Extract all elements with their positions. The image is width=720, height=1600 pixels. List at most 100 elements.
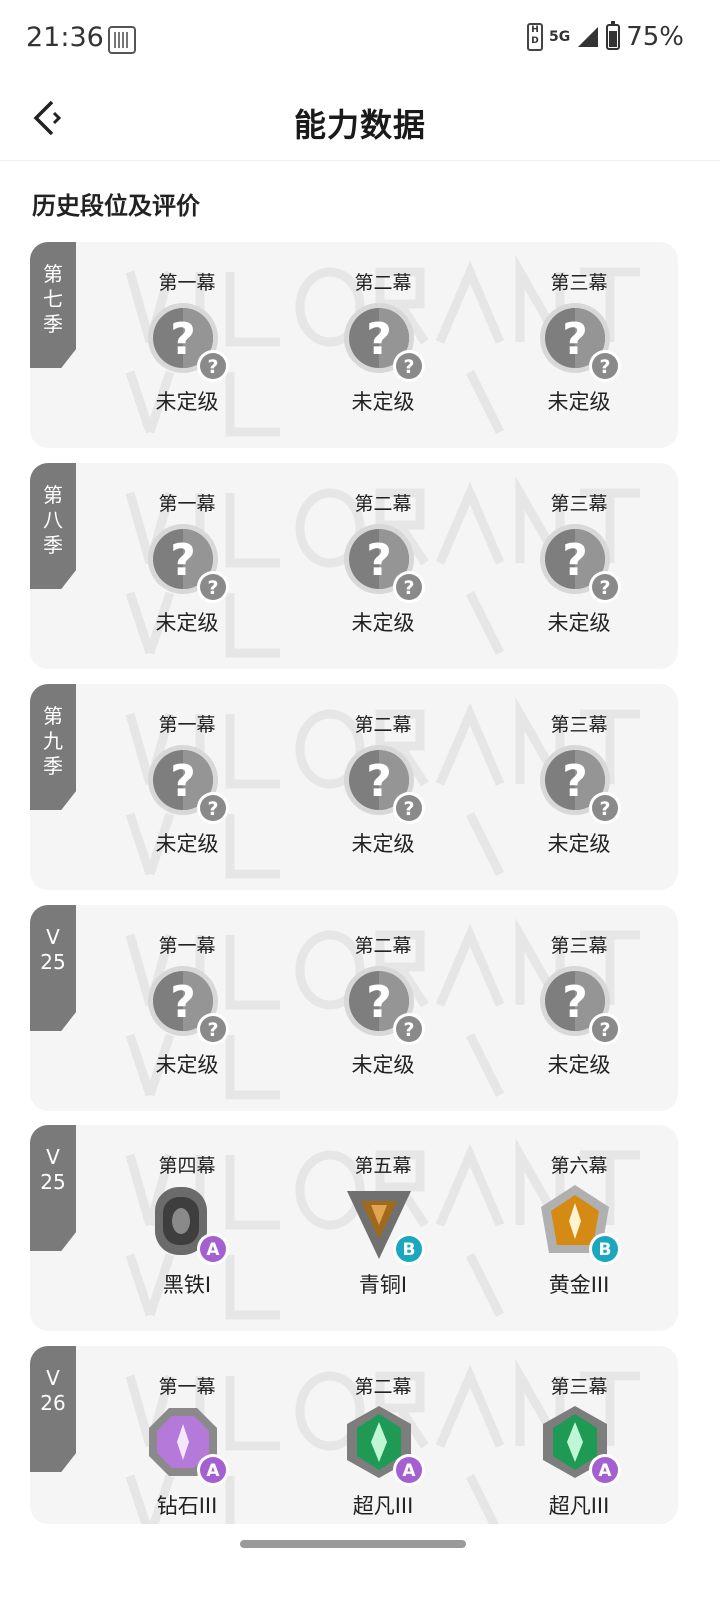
act-item[interactable]: 第二幕 A 超凡III (313, 1374, 453, 1520)
rank-label: 未定级 (351, 832, 415, 856)
act-item[interactable]: 第一幕?? 未定级 (117, 491, 257, 637)
act-item[interactable]: 第一幕?? 未定级 (117, 712, 257, 858)
unranked-badge-icon: ?? (540, 524, 621, 603)
battery-percent: 75% (626, 22, 684, 52)
rank-badge: ?? (145, 742, 229, 826)
rank-badge: ?? (341, 963, 425, 1047)
svg-text:?: ? (170, 977, 196, 1028)
act-item[interactable]: 第一幕?? 未定级 (117, 933, 257, 1079)
unranked-badge-icon: ?? (148, 524, 229, 603)
season-tag: V 25 (30, 1125, 76, 1251)
season-tag: 第九季 (30, 684, 76, 810)
act-item[interactable]: 第四幕 A 黑铁I (117, 1153, 257, 1299)
unranked-badge-icon: ?? (344, 524, 425, 603)
act-item[interactable]: 第六幕 B 黄金III (509, 1153, 649, 1299)
rank-badge: ?? (537, 742, 621, 826)
unranked-badge-icon: ?? (344, 966, 425, 1045)
rank-badge: A (341, 1404, 425, 1488)
season-tag-text: 26 (40, 1391, 66, 1415)
status-time: 21:36 (26, 22, 104, 53)
grade-unknown-icon: ? (197, 571, 229, 603)
svg-text:B: B (599, 1240, 612, 1260)
act-item[interactable]: 第二幕?? 未定级 (313, 712, 453, 858)
svg-text:A: A (206, 1461, 220, 1481)
act-item[interactable]: 第二幕?? 未定级 (313, 933, 453, 1079)
svg-text:?: ? (170, 535, 196, 586)
act-item[interactable]: 第五幕 B 青铜I (313, 1153, 453, 1299)
act-item[interactable]: 第二幕?? 未定级 (313, 491, 453, 637)
season-tag-text: 第 (43, 262, 63, 286)
grade-unknown-icon: ? (197, 350, 229, 382)
season-tag: V 25 (30, 905, 76, 1031)
hd-icon: HD (526, 23, 543, 51)
season-tag-text: V (46, 1366, 60, 1390)
rank-label: 未定级 (155, 390, 219, 414)
diamond-badge-icon: A (149, 1408, 229, 1486)
season-card[interactable]: V 25 第四幕 A 黑铁I 第五幕 B 青铜I 第六幕 B 黄金III (30, 1125, 678, 1331)
act-name: 第二幕 (354, 1376, 412, 1398)
act-name: 第六幕 (550, 1155, 608, 1177)
svg-text:?: ? (170, 756, 196, 807)
rank-label: 未定级 (547, 1053, 611, 1077)
rank-badge: ?? (341, 300, 425, 384)
status-bar: 21:36 HD 5G 75% (0, 0, 720, 80)
home-indicator[interactable] (240, 1540, 466, 1548)
iron-badge-icon: A (155, 1187, 229, 1265)
season-tag-text: 第 (43, 704, 63, 728)
season-tag: 第七季 (30, 242, 76, 368)
season-card[interactable]: 第九季 第一幕?? 未定级 第二幕?? 未定级 第三幕?? 未定级 (30, 684, 678, 890)
rank-badge: ?? (145, 300, 229, 384)
rank-label: 黑铁I (162, 1273, 212, 1297)
season-tag-text: 季 (43, 754, 63, 778)
act-item[interactable]: 第三幕?? 未定级 (509, 712, 649, 858)
act-name: 第一幕 (158, 935, 216, 957)
season-tag-text: 季 (43, 533, 63, 557)
rank-label: 未定级 (155, 1053, 219, 1077)
rank-badge: ?? (145, 963, 229, 1047)
grade-unknown-icon: ? (589, 571, 621, 603)
act-name: 第一幕 (158, 272, 216, 294)
season-tag-text: 八 (43, 508, 63, 532)
season-card[interactable]: V 25 第一幕?? 未定级 第二幕?? 未定级 第三幕?? 未定级 (30, 905, 678, 1111)
svg-text:?: ? (207, 798, 218, 820)
rank-label: 未定级 (155, 611, 219, 635)
season-card[interactable]: V 26 第一幕 A 钻石III 第二幕 A 超凡III 第三幕 A 超凡III (30, 1346, 678, 1524)
rank-label: 超凡III (352, 1494, 414, 1518)
page-title: 能力数据 (293, 106, 426, 144)
act-item[interactable]: 第三幕?? 未定级 (509, 270, 649, 416)
act-item[interactable]: 第三幕?? 未定级 (509, 491, 649, 637)
act-name: 第一幕 (158, 1376, 216, 1398)
act-name: 第二幕 (354, 493, 412, 515)
act-item[interactable]: 第一幕 A 钻石III (117, 1374, 257, 1520)
act-name: 第一幕 (158, 493, 216, 515)
season-tag-text: 七 (43, 287, 63, 311)
season-tag-text: 25 (40, 1170, 66, 1194)
grade-unknown-icon: ? (589, 1013, 621, 1045)
svg-text:?: ? (562, 977, 588, 1028)
season-card[interactable]: 第七季 第一幕?? 未定级 第二幕?? 未定级 第三幕?? 未定级 (30, 242, 678, 448)
rank-badge: B (341, 1183, 425, 1267)
rank-label: 黄金III (548, 1273, 610, 1297)
bronze-badge-icon: B (347, 1191, 425, 1265)
rank-badge: ?? (537, 521, 621, 605)
act-item[interactable]: 第三幕 A 超凡III (509, 1374, 649, 1520)
section-title: 历史段位及评价 (32, 192, 200, 220)
svg-text:?: ? (207, 356, 218, 378)
act-item[interactable]: 第二幕?? 未定级 (313, 270, 453, 416)
rank-label: 未定级 (351, 390, 415, 414)
status-icons: HD 5G 75% (526, 21, 684, 52)
rank-badge: ?? (537, 300, 621, 384)
grade-unknown-icon: ? (589, 792, 621, 824)
rank-badge: B (537, 1183, 621, 1267)
svg-text:?: ? (366, 756, 392, 807)
grade-a-icon: A (197, 1233, 229, 1265)
signal-icon (578, 27, 599, 47)
season-card[interactable]: 第八季 第一幕?? 未定级 第二幕?? 未定级 第三幕?? 未定级 (30, 463, 678, 669)
svg-text:A: A (598, 1461, 612, 1481)
svg-text:B: B (403, 1240, 416, 1260)
app-header: 能力数据 (0, 80, 720, 161)
svg-text:?: ? (599, 1019, 610, 1041)
act-item[interactable]: 第一幕?? 未定级 (117, 270, 257, 416)
svg-text:?: ? (403, 356, 414, 378)
act-item[interactable]: 第三幕?? 未定级 (509, 933, 649, 1079)
